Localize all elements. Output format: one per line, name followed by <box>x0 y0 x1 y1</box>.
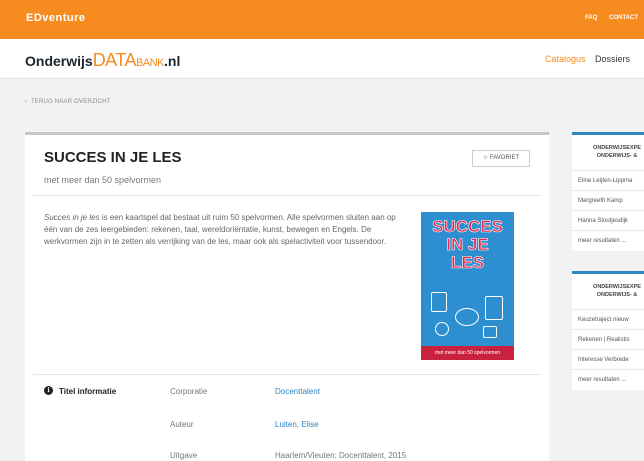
divider <box>33 374 541 375</box>
edventure-logo[interactable]: EDventure <box>26 12 86 24</box>
divider <box>33 195 541 196</box>
sidebar-panel-experts: ONDERWIJSEXPE ONDERWIJS- & Eline Leijten… <box>572 132 644 251</box>
sidebar-list-item[interactable]: Margreeth Kamp <box>572 191 644 211</box>
page-title: SUCCES IN JE LES <box>44 149 182 166</box>
page-subtitle: met meer dan 50 spelvormen <box>44 175 162 185</box>
cover-doodle <box>455 308 479 326</box>
back-link-label: TERUG NAAR OVERZICHT <box>30 99 111 105</box>
site-header: OnderwijsDATABANK.nl Catalogus Dossiers <box>0 39 644 79</box>
cover-title-line-3: LES <box>450 253 485 272</box>
site-logo[interactable]: OnderwijsDATABANK.nl <box>25 50 180 71</box>
info-icon: i <box>44 386 53 395</box>
item-detail-card: SUCCES IN JE LES met meer dan 50 spelvor… <box>25 132 549 461</box>
sidebar-panel-heading: ONDERWIJSEXPE ONDERWIJS- & <box>572 274 644 310</box>
cover-doodle <box>431 292 447 312</box>
sidebar-heading-line-1: ONDERWIJSEXPE <box>593 284 641 290</box>
sidebar-panel-trajects: ONDERWIJSEXPE ONDERWIJS- & Keuzetraject … <box>572 271 644 390</box>
nav-dossiers[interactable]: Dossiers <box>595 54 630 64</box>
main-nav: Catalogus Dossiers <box>545 54 630 64</box>
faq-link[interactable]: FAQ <box>585 15 597 21</box>
favorite-button[interactable]: ☆ FAVORIET <box>472 150 530 167</box>
info-label-uitgave: Uitgave <box>170 451 198 460</box>
logo-text-nl: .nl <box>164 53 181 69</box>
sidebar-list-item[interactable]: Rekenen | Realistis <box>572 330 644 350</box>
sidebar-panel-heading: ONDERWIJSEXPE ONDERWIJS- & <box>572 135 644 171</box>
description-title: Succes in je les <box>44 213 100 222</box>
cover-title: SUCCES IN JE LES <box>421 217 514 272</box>
back-link[interactable]: ‹ TERUG NAAR OVERZICHT <box>25 99 111 105</box>
cover-image: SUCCES IN JE LES met meer dan 50 spelvor… <box>421 212 514 360</box>
cover-title-line-2: IN JE <box>446 235 489 254</box>
info-heading: Titel informatie <box>59 387 117 396</box>
logo-text-databank: DATABANK <box>92 50 165 70</box>
cover-doodle <box>485 296 503 320</box>
item-description: Succes in je les is een kaartspel dat be… <box>44 212 400 248</box>
sidebar-list-item[interactable]: Hanna Stoutjesdijk <box>572 211 644 231</box>
logo-text-bank: BANK <box>136 57 164 69</box>
more-results-link[interactable]: meer resultaten ... <box>572 370 644 390</box>
info-label-corporatie: Corporatie <box>170 387 208 396</box>
top-bar: EDventure FAQ CONTACT <box>0 0 644 39</box>
sidebar-heading-line-2: ONDERWIJS- & <box>596 153 638 159</box>
cover-title-line-1: SUCCES <box>432 217 503 236</box>
info-label-auteur: Auteur <box>170 420 194 429</box>
info-value-auteur[interactable]: Luiten, Elise <box>275 420 319 429</box>
star-icon: ☆ <box>482 155 489 161</box>
contact-link[interactable]: CONTACT <box>609 15 638 21</box>
sidebar-list-item[interactable]: Eline Leijten-Lippma <box>572 171 644 191</box>
logo-text-data: DATA <box>92 50 137 70</box>
cover-band: met meer dan 50 spelvormen <box>421 346 514 360</box>
sidebar-list-item[interactable]: Interesse Verbrede <box>572 350 644 370</box>
nav-catalogus[interactable]: Catalogus <box>545 54 586 64</box>
more-results-link[interactable]: meer resultaten ... <box>572 231 644 251</box>
top-links: FAQ CONTACT <box>575 15 638 21</box>
info-value-uitgave: Haarlem/Vleuten: Docenttalent, 2015 <box>275 451 407 460</box>
cover-doodle <box>483 326 497 338</box>
info-value-corporatie[interactable]: Docenttalent <box>275 387 320 396</box>
sidebar-heading-line-2: ONDERWIJS- & <box>596 292 638 298</box>
sidebar-list-item[interactable]: Keuzetraject nieuw <box>572 310 644 330</box>
sidebar-heading-line-1: ONDERWIJSEXPE <box>593 145 641 151</box>
cover-doodle <box>435 322 449 336</box>
logo-text-onderwijs: Onderwijs <box>25 53 93 69</box>
favorite-label: FAVORIET <box>489 155 520 161</box>
